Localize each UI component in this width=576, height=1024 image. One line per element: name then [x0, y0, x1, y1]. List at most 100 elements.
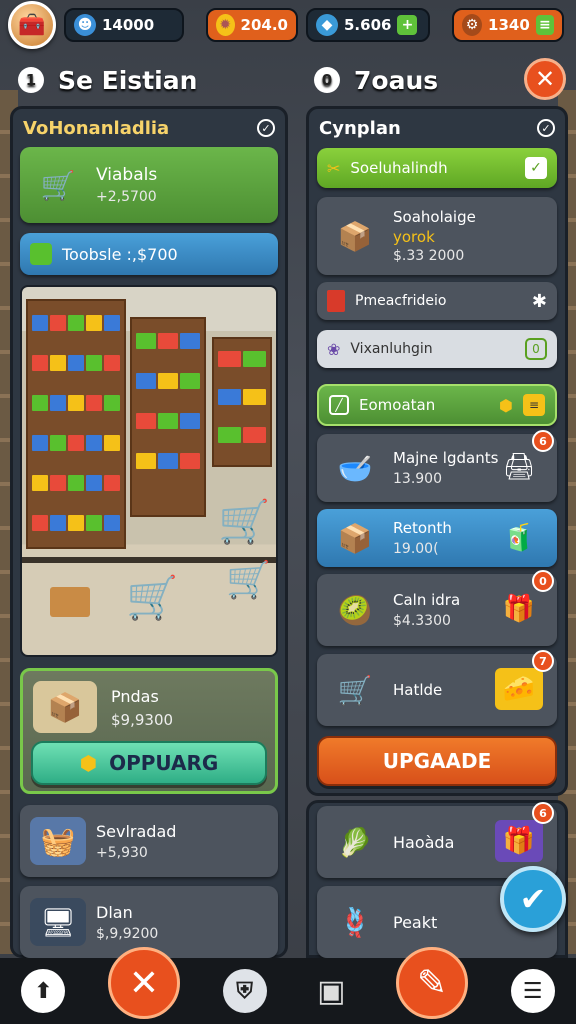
shield-icon[interactable]: ⛨: [222, 969, 267, 1013]
hand-truck-icon: 📦: [33, 681, 97, 733]
upgrade-button[interactable]: UPGAADE: [317, 736, 557, 786]
resource-gems[interactable]: ◆ 5.606 +: [306, 8, 430, 42]
panel-title: Cynplan: [319, 117, 401, 139]
shelf-left: [26, 299, 126, 549]
coin-icon: ⬢: [79, 751, 98, 775]
check-icon[interactable]: ✓: [257, 119, 275, 137]
package-icon: 🎁: [495, 820, 543, 862]
category-bar[interactable]: ✂ Soeluhalindh ✓: [317, 148, 557, 188]
card-title: Viabals: [96, 165, 158, 185]
card-title: Toobsle :,$700: [62, 244, 178, 264]
item-card-hatlde[interactable]: 🛒 Hatlde 🧀 7: [317, 650, 557, 726]
produce-box-icon: 🥝: [337, 593, 373, 627]
page-title: Se Eistian: [58, 65, 198, 95]
shop-card-toobsle[interactable]: Toobsle :,$700: [20, 233, 278, 275]
resource-coins[interactable]: ✹ 204.0: [206, 8, 298, 42]
item-card-majne[interactable]: 🥣 Majne lgdants 13.900 🖨 6: [317, 430, 557, 502]
page-title: 7oaus: [354, 65, 439, 95]
card-title: Dlan: [96, 902, 133, 922]
shop-card-viabals[interactable]: 🛒 Viabals +2,5700: [20, 147, 278, 223]
row-eomoatan[interactable]: ╱ Eomoatan ⬢ ≡: [317, 384, 557, 426]
sun-coin-icon: ✹: [216, 14, 235, 36]
right-header: 0 7oaus: [314, 62, 438, 98]
row-pmeacfrideio[interactable]: Pmeacfrideio ✱: [317, 282, 557, 320]
grapes-icon: ❀: [327, 339, 341, 359]
gear-coin-icon: ⚙: [462, 14, 483, 36]
item-card-caln-idra[interactable]: 🥝 Caln idra $4.3300 🎁 0: [317, 570, 557, 646]
count-badge: 7: [532, 650, 554, 672]
close-button[interactable]: ✕: [524, 58, 566, 100]
header-number: 1: [18, 67, 44, 93]
card-value: +5,930: [96, 844, 148, 861]
shop-icon[interactable]: 🧰: [8, 1, 56, 49]
shop-card-sevlradad[interactable]: 🧺 Sevlradad +5,930: [20, 805, 278, 877]
resource-gears[interactable]: ⚙ 1340 ≡: [452, 8, 564, 42]
row-label: Eomoatan: [359, 396, 436, 414]
panel-header: VoHonanladlia ✓: [13, 109, 285, 147]
store-scene-image: 🛒 🛒 🛒: [20, 285, 278, 657]
bowl-icon: 🥣: [337, 451, 373, 485]
card-title: Hatlde: [393, 681, 443, 699]
cart-icon: 🛒: [40, 168, 76, 202]
check-icon[interactable]: ✓: [537, 119, 555, 137]
add-gems-button[interactable]: +: [397, 15, 418, 35]
shopping-cart-icon: 🛒: [218, 497, 271, 546]
sparkle-icon: ✱: [531, 290, 547, 312]
card-subtitle: yorok: [393, 228, 435, 246]
shelf-middle: [130, 317, 206, 517]
gem-icon: ◆: [316, 14, 338, 36]
card-title: Caln idra: [393, 591, 461, 609]
card-title: Retonth: [393, 519, 452, 537]
tools-icon: ✂: [327, 158, 341, 178]
upgrade-button[interactable]: ⬢ OPPUARG: [31, 741, 267, 785]
row-label: Pmeacfrideio: [355, 293, 447, 309]
snack-icon: 🧀: [495, 668, 543, 710]
button-label: OPPUARG: [109, 751, 219, 775]
resource-value: 5.606: [344, 16, 392, 34]
edit-icon[interactable]: ✎: [395, 947, 468, 1019]
card-title: Haoàda: [393, 832, 455, 852]
tray-icon: 🥬: [337, 825, 373, 859]
item-card-soaholaige[interactable]: 📦 Soaholaige yorok $.33 2000: [317, 197, 557, 275]
item-card-retonth[interactable]: 📦 Retonth 19.00( 🧃: [317, 509, 557, 567]
resource-value: 1340: [488, 16, 530, 34]
card-value: $,9,9200: [96, 925, 159, 942]
check-icon: ✔: [519, 880, 547, 918]
cart-icon: 🛒: [337, 673, 373, 707]
resource-people[interactable]: ☻ 14000: [64, 8, 184, 42]
edit-icon: ╱: [329, 395, 349, 415]
count-badge: 6: [532, 430, 554, 452]
card-value: $9,9300: [111, 711, 174, 729]
bottom-nav: ⬆ ✕ ⛨ ▣ ✎ ☰: [0, 947, 576, 1024]
featured-card[interactable]: 📦 Pndas $9,9300 ⬢ OPPUARG: [20, 668, 278, 794]
count-badge: 6: [532, 802, 554, 824]
menu-icon[interactable]: ☰: [510, 969, 555, 1013]
drinks-icon: 🧃: [502, 523, 536, 553]
row-vixanluhgin[interactable]: ❀ Vixanluhgin 0: [317, 330, 557, 368]
person-icon: ☻: [74, 14, 96, 36]
box-icon: [30, 243, 52, 265]
card-title: Pndas: [111, 687, 159, 706]
shelf-back: [212, 337, 272, 467]
list-icon[interactable]: ≡: [523, 394, 545, 416]
check-icon[interactable]: ✓: [525, 157, 547, 179]
card-value: $4.3300: [393, 613, 451, 629]
card-title: Peakt: [393, 912, 438, 932]
count-badge: 0: [532, 570, 554, 592]
toggle-icon[interactable]: 0: [525, 338, 547, 360]
close-icon[interactable]: ✕: [107, 947, 180, 1019]
panel-title: VoHonanladlia: [23, 117, 170, 139]
card-value: +2,5700: [96, 189, 157, 205]
card-title: Sevlradad: [96, 821, 177, 841]
card-title: Soaholaige: [393, 208, 476, 226]
resource-value: 204.0: [240, 16, 288, 34]
close-icon: ✕: [534, 65, 556, 93]
up-arrow-icon[interactable]: ⬆: [21, 969, 66, 1013]
add-gears-button[interactable]: ≡: [535, 15, 554, 35]
header-number: 0: [314, 67, 340, 93]
left-header: 1 Se Eistian: [18, 62, 197, 98]
box-icon[interactable]: ▣: [309, 969, 353, 1013]
card-value: 13.900: [393, 471, 442, 487]
coin-icon: ⬢: [499, 395, 513, 415]
confirm-button[interactable]: ✔: [500, 866, 566, 932]
